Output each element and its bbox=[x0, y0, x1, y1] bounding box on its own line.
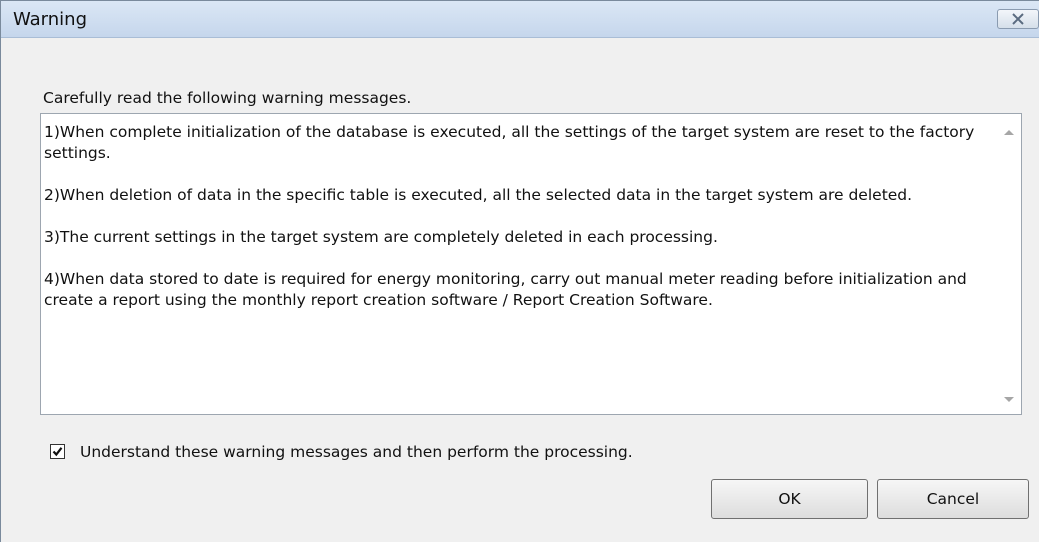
scroll-up-arrow-icon[interactable] bbox=[1004, 130, 1014, 135]
warning-dialog: Warning Carefully read the following war… bbox=[0, 0, 1039, 542]
ok-button[interactable]: OK bbox=[711, 479, 868, 519]
close-button[interactable] bbox=[997, 9, 1039, 29]
warning-message: 4)When data stored to date is required f… bbox=[44, 270, 967, 309]
warning-message: 3)The current settings in the target sys… bbox=[44, 228, 718, 246]
instruction-text: Carefully read the following warning mes… bbox=[43, 89, 412, 107]
title-bar[interactable]: Warning bbox=[1, 1, 1039, 38]
agree-checkbox-label[interactable]: Understand these warning messages and th… bbox=[80, 443, 633, 461]
warning-message: 1)When complete initialization of the da… bbox=[44, 123, 975, 162]
warning-message: 2)When deletion of data in the specific … bbox=[44, 186, 913, 204]
warning-messages-box[interactable]: 1)When complete initialization of the da… bbox=[40, 113, 1022, 415]
scroll-down-arrow-icon[interactable] bbox=[1004, 397, 1014, 402]
agree-checkbox[interactable] bbox=[50, 444, 65, 459]
checkmark-icon bbox=[52, 447, 63, 457]
dialog-title: Warning bbox=[13, 9, 88, 30]
vertical-scrollbar[interactable] bbox=[999, 114, 1021, 414]
close-icon bbox=[1012, 13, 1024, 25]
cancel-button[interactable]: Cancel bbox=[877, 479, 1029, 519]
warning-messages-text: 1)When complete initialization of the da… bbox=[44, 122, 984, 332]
